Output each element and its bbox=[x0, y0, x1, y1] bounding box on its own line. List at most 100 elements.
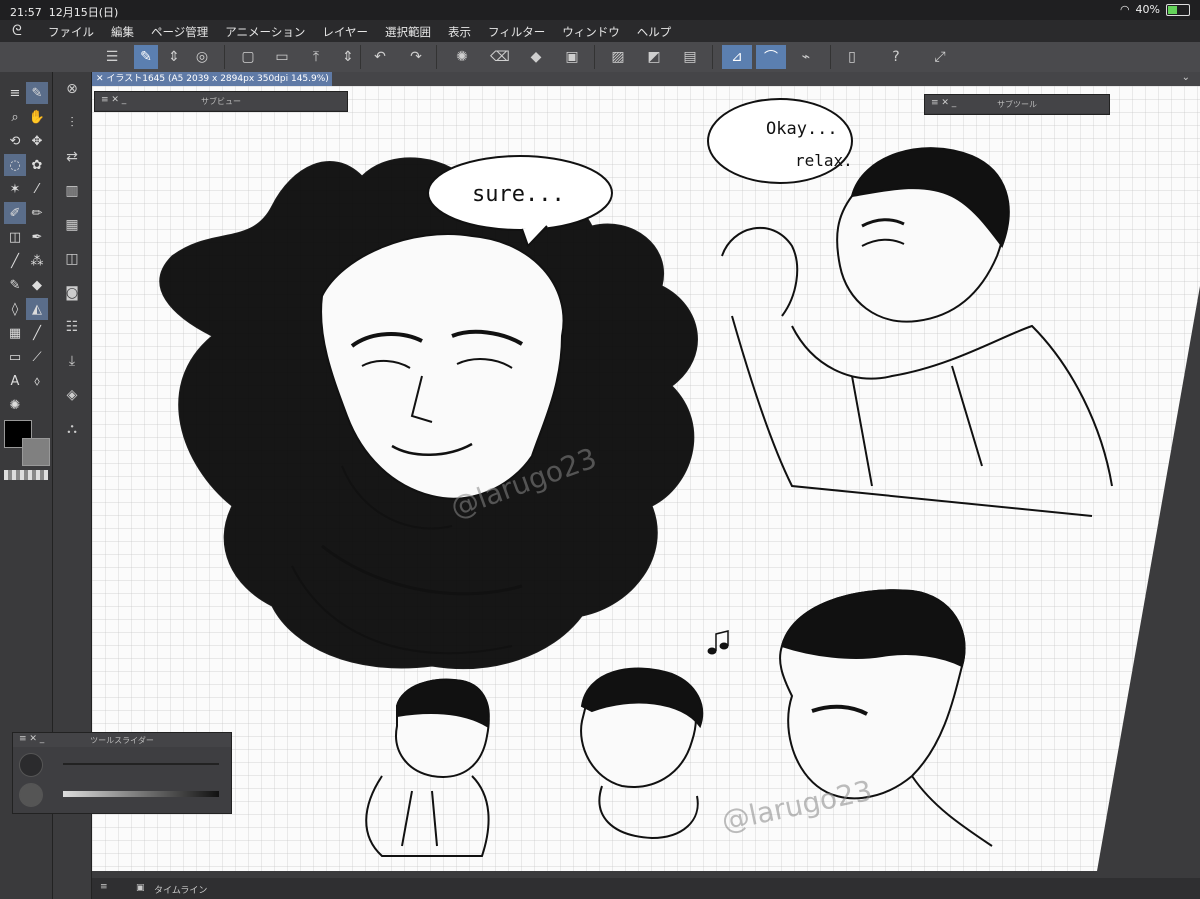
layer-property-icon[interactable]: ◙ bbox=[60, 276, 84, 310]
command-bar: ☰ ✎ ⇕ ◎ ▢ ▭ ⤒ ⇕ ↶ ↷ ✺ ⌫ ◆ ▣ ▨ ◩ ▤ ⊿ ⌒ ⌁ … bbox=[0, 42, 1200, 73]
menu-filter[interactable]: フィルター bbox=[488, 24, 545, 40]
balloon-tool-icon[interactable]: ⬨ bbox=[26, 370, 48, 392]
text-tool-icon[interactable]: A bbox=[4, 370, 26, 392]
history-icon[interactable]: ☷ bbox=[60, 310, 84, 344]
edit-mode-icon[interactable]: ✎ bbox=[134, 45, 158, 69]
drawing-canvas[interactable]: sure... Okay... relax. @larugo23 @larugo… bbox=[92, 86, 1200, 878]
export-stepper-icon[interactable]: ⇕ bbox=[336, 45, 360, 69]
operation-tool-icon[interactable]: ⟲ bbox=[4, 130, 26, 152]
menu-window[interactable]: ウィンドウ bbox=[562, 24, 620, 40]
layer-icon[interactable]: ◈ bbox=[60, 378, 84, 412]
subview-panel: ≡ ✕ _ サブビュー bbox=[94, 91, 348, 112]
menu-handle-icon[interactable]: ≡ bbox=[4, 82, 26, 104]
navigator-icon[interactable]: ⊗ bbox=[60, 72, 84, 106]
frame-tool-icon[interactable]: ▭ bbox=[4, 346, 26, 368]
timeline-icon[interactable]: ▥ bbox=[60, 174, 84, 208]
line-tool-icon[interactable]: ╱ bbox=[26, 322, 48, 344]
correction-tool-icon[interactable]: ✺ bbox=[4, 394, 26, 416]
fill-icon[interactable]: ◆ bbox=[524, 45, 548, 69]
gradient-fill-icon[interactable]: ◭ bbox=[26, 298, 48, 320]
menu-layer[interactable]: レイヤー bbox=[322, 24, 368, 40]
fullscreen-icon[interactable]: ⤢ bbox=[928, 45, 952, 69]
move-tool-icon[interactable]: ✥ bbox=[26, 130, 48, 152]
clear-icon[interactable]: ⌫ bbox=[488, 45, 512, 69]
undo-icon[interactable]: ↶ bbox=[368, 45, 392, 69]
menu-handle-icon[interactable]: ≡ bbox=[100, 882, 108, 892]
lasso-tool-icon[interactable]: ◌ bbox=[4, 154, 26, 176]
brush-icon[interactable]: ╱ bbox=[4, 250, 26, 272]
tool-slider-panel: ≡ ✕ _ ツールスライダー bbox=[12, 732, 232, 814]
timeline-icon[interactable]: ▣ bbox=[136, 883, 145, 893]
invert-selection-icon[interactable]: ◩ bbox=[642, 45, 666, 69]
zoom-tool-icon[interactable]: ⌕ bbox=[4, 106, 26, 128]
subtool-title: サブツール bbox=[997, 100, 1037, 109]
menu-bar: ᘓ ファイル 編集 ページ管理 アニメーション レイヤー 選択範囲 表示 フィル… bbox=[0, 20, 1200, 42]
menu-selection[interactable]: 選択範囲 bbox=[385, 24, 431, 40]
battery-icon bbox=[1166, 3, 1190, 16]
fill-tool-icon[interactable]: ◆ bbox=[26, 274, 48, 296]
brush-tool-icon[interactable]: ✎ bbox=[26, 82, 48, 104]
pencil-tool-icon[interactable]: ✏ bbox=[26, 202, 48, 224]
redo-icon[interactable]: ↷ bbox=[404, 45, 428, 69]
magic-wand-icon[interactable]: ✶ bbox=[4, 178, 26, 200]
canvas-area[interactable]: sure... Okay... relax. @larugo23 @larugo… bbox=[92, 86, 1200, 878]
hand-tool-icon[interactable]: ✋ bbox=[26, 106, 48, 128]
status-time-date: 21:57 12月15日(日) bbox=[10, 6, 119, 19]
brush-snap-icon[interactable]: ⌒ bbox=[756, 45, 786, 69]
timeline-bar: ≡ ▣ タイムライン bbox=[92, 878, 1200, 899]
document-tab-bar: ⌄ bbox=[332, 72, 1200, 86]
property-icon[interactable]: ⇄ bbox=[60, 140, 84, 174]
airbrush-icon[interactable]: ✒ bbox=[26, 226, 48, 248]
menu-file[interactable]: ファイル bbox=[48, 24, 94, 40]
transform-icon[interactable]: ▣ bbox=[560, 45, 584, 69]
spray-icon[interactable]: ⁂ bbox=[26, 250, 48, 272]
new-file-icon[interactable]: ▢ bbox=[236, 45, 260, 69]
stepper-icon[interactable]: ⇕ bbox=[162, 45, 186, 69]
app-logo-icon[interactable]: ᘓ bbox=[12, 23, 22, 39]
color-set-icon[interactable]: ◫ bbox=[60, 242, 84, 276]
chevron-down-icon[interactable]: ⌄ bbox=[1182, 72, 1190, 83]
loading-icon[interactable]: ✺ bbox=[450, 45, 474, 69]
ruler-snap-icon[interactable]: ⊿ bbox=[722, 45, 752, 69]
wifi-icon: ◠ bbox=[1119, 3, 1130, 16]
menu-view[interactable]: 表示 bbox=[448, 24, 471, 40]
blur-tool-icon[interactable]: ◊ bbox=[4, 298, 26, 320]
pen-stabilizer-icon[interactable]: ⌁ bbox=[794, 45, 818, 69]
open-folder-icon[interactable]: ▭ bbox=[270, 45, 294, 69]
timeline-title: タイムライン bbox=[154, 886, 208, 896]
subtool-panel: ≡ ✕ _ サブツール bbox=[924, 94, 1110, 115]
device-icon[interactable]: ▯ bbox=[840, 45, 864, 69]
eyedropper-icon[interactable]: ⁄ bbox=[26, 178, 48, 200]
ios-status-bar: 21:57 12月15日(日) ◠ 40% bbox=[0, 0, 1200, 20]
menu-help[interactable]: ヘルプ bbox=[637, 24, 672, 40]
menu-page[interactable]: ページ管理 bbox=[151, 24, 208, 40]
adjust-icon[interactable]: ⫶ bbox=[60, 106, 84, 140]
document-tab[interactable]: ✕ イラスト1645 (A5 2039 x 2894px 350dpi 145.… bbox=[92, 72, 332, 86]
material-palette-icon[interactable]: ▦ bbox=[60, 208, 84, 242]
brush-size-slider[interactable] bbox=[19, 753, 225, 777]
export-icon[interactable]: ⤒ bbox=[304, 45, 328, 69]
ruler-tool-icon[interactable]: ⟋ bbox=[26, 346, 48, 368]
menu-animation[interactable]: アニメーション bbox=[225, 24, 305, 40]
eraser-tool-icon[interactable]: ◫ bbox=[4, 226, 26, 248]
speech-text-1: sure... bbox=[472, 182, 565, 207]
tool-slider-title: ツールスライダー bbox=[90, 736, 154, 745]
subview-title: サブビュー bbox=[201, 97, 241, 106]
layer-search-icon[interactable]: ⛬ bbox=[60, 412, 84, 446]
auto-select-icon[interactable]: ✿ bbox=[26, 154, 48, 176]
deselect-icon[interactable]: ▨ bbox=[606, 45, 630, 69]
speech-bubble-2 bbox=[707, 98, 853, 184]
sub-color-swatch[interactable] bbox=[22, 438, 50, 466]
menu-edit[interactable]: 編集 bbox=[111, 24, 134, 40]
hamburger-icon[interactable]: ☰ bbox=[100, 45, 124, 69]
speech-text-2b: relax. bbox=[795, 151, 853, 170]
selection-border-icon[interactable]: ▤ bbox=[678, 45, 702, 69]
import-icon[interactable]: ⤓ bbox=[60, 344, 84, 378]
pen-tool-icon[interactable]: ✐ bbox=[4, 202, 26, 224]
help-icon[interactable]: ? bbox=[884, 45, 908, 69]
material-icon[interactable]: ◎ bbox=[190, 45, 214, 69]
blend-tool-icon[interactable]: ✎ bbox=[4, 274, 26, 296]
gradient-tool-icon[interactable]: ▦ bbox=[4, 322, 26, 344]
transparent-swatch[interactable] bbox=[4, 470, 48, 480]
opacity-slider[interactable] bbox=[19, 783, 225, 807]
